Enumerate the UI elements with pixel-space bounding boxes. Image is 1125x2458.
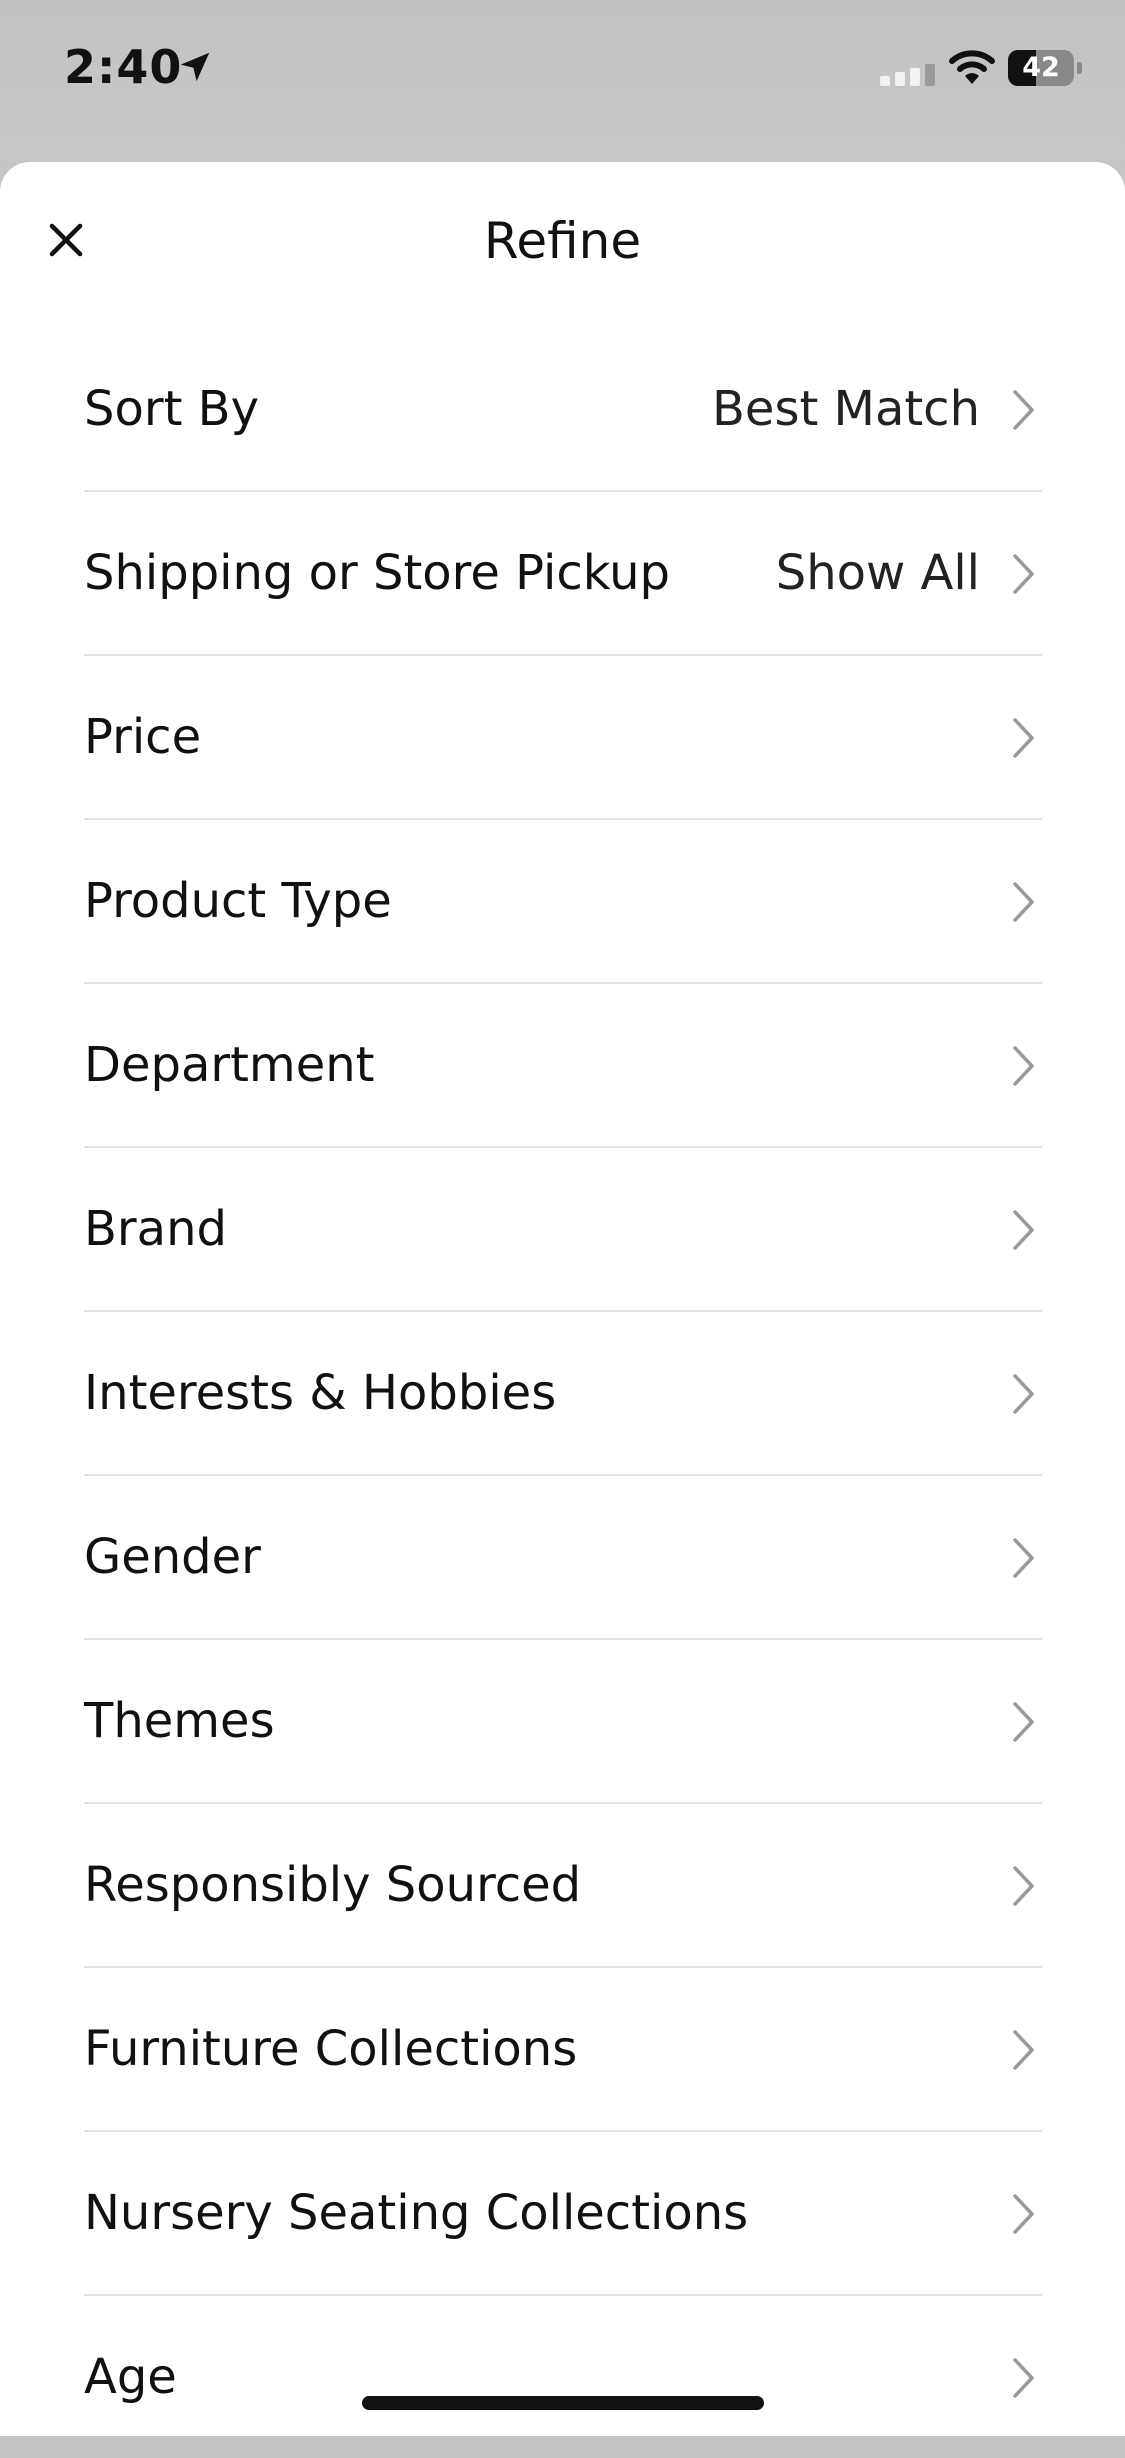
filter-label: Nursery Seating Collections (84, 2185, 749, 2241)
chevron-right-icon (1013, 1046, 1034, 1086)
filter-label: Furniture Collections (84, 2021, 578, 2077)
filter-row-sort-by[interactable]: Sort By Best Match (84, 328, 1042, 492)
filter-selected-value: Show All (775, 545, 980, 601)
status-bar: 2:40 42 (0, 0, 1125, 160)
filter-row-themes[interactable]: Themes (84, 1640, 1042, 1804)
filter-row-shipping-or-store-pickup[interactable]: Shipping or Store Pickup Show All (84, 492, 1042, 656)
chevron-right-icon (1013, 2030, 1034, 2070)
battery-icon: 42 (1008, 50, 1082, 86)
filter-label: Responsibly Sourced (84, 1857, 582, 1913)
chevron-right-icon (1013, 1210, 1034, 1250)
status-time: 2:40 (64, 40, 183, 94)
chevron-right-icon (1013, 718, 1034, 758)
filter-label: Age (84, 2349, 177, 2405)
filter-row-interests-and-hobbies[interactable]: Interests & Hobbies (84, 1312, 1042, 1476)
filter-label: Shipping or Store Pickup (84, 545, 670, 601)
chevron-right-icon (1013, 1374, 1034, 1414)
home-indicator[interactable] (362, 2396, 764, 2410)
filter-label: Gender (84, 1529, 261, 1585)
chevron-right-icon (1013, 2358, 1034, 2398)
filter-row-responsibly-sourced[interactable]: Responsibly Sourced (84, 1804, 1042, 1968)
chevron-right-icon (1013, 554, 1034, 594)
filter-row-nursery-seating-collections[interactable]: Nursery Seating Collections (84, 2132, 1042, 2296)
filter-row-gender[interactable]: Gender (84, 1476, 1042, 1640)
filter-selected-value: Best Match (711, 381, 980, 437)
chevron-right-icon (1013, 882, 1034, 922)
battery-level: 42 (1022, 52, 1060, 83)
filter-row-brand[interactable]: Brand (84, 1148, 1042, 1312)
filter-row-product-type[interactable]: Product Type (84, 820, 1042, 984)
filter-label: Interests & Hobbies (84, 1365, 557, 1421)
filter-label: Department (84, 1037, 375, 1093)
filter-label: Price (84, 709, 202, 765)
cellular-signal-icon (880, 64, 935, 86)
page-title: Refine (483, 212, 642, 270)
chevron-right-icon (1013, 1538, 1034, 1578)
chevron-right-icon (1013, 1702, 1034, 1742)
chevron-right-icon (1013, 1866, 1034, 1906)
filter-row-department[interactable]: Department (84, 984, 1042, 1148)
filter-label: Sort By (84, 381, 259, 437)
filter-label: Product Type (84, 873, 392, 929)
location-arrow-icon (180, 52, 210, 82)
filter-list: Sort By Best Match Shipping or Store Picku… (84, 328, 1042, 2458)
filter-row-price[interactable]: Price (84, 656, 1042, 820)
chevron-right-icon (1013, 390, 1034, 430)
filter-row-age[interactable]: Age (84, 2296, 1042, 2458)
chevron-right-icon (1013, 2194, 1034, 2234)
filter-label: Themes (84, 1693, 275, 1749)
filter-label: Brand (84, 1201, 227, 1257)
filter-row-furniture-collections[interactable]: Furniture Collections (84, 1968, 1042, 2132)
refine-sheet: Refine Sort By Best Match Shipping or Stor… (0, 162, 1125, 2436)
wifi-icon (949, 50, 995, 84)
